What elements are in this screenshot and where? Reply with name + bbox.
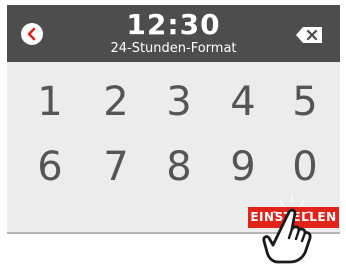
key-2[interactable]: 2 bbox=[91, 74, 141, 130]
key-9[interactable]: 9 bbox=[218, 139, 268, 195]
key-8[interactable]: 8 bbox=[154, 139, 204, 195]
key-5[interactable]: 5 bbox=[280, 74, 330, 130]
key-6[interactable]: 6 bbox=[25, 139, 75, 195]
time-display: 12:30 bbox=[126, 8, 221, 41]
key-1[interactable]: 1 bbox=[25, 74, 75, 130]
key-3[interactable]: 3 bbox=[154, 74, 204, 130]
backspace-icon bbox=[296, 27, 322, 43]
key-4[interactable]: 4 bbox=[218, 74, 268, 130]
delete-button[interactable] bbox=[295, 25, 325, 45]
key-0[interactable]: 0 bbox=[280, 139, 330, 195]
tap-hand-icon bbox=[262, 196, 312, 264]
key-7[interactable]: 7 bbox=[91, 139, 141, 195]
header-bar: 12:30 24-Stunden-Format bbox=[7, 5, 340, 62]
time-format-label: 24-Stunden-Format bbox=[110, 41, 237, 56]
number-keypad: 1 2 3 4 5 6 7 8 9 0 bbox=[7, 62, 340, 212]
